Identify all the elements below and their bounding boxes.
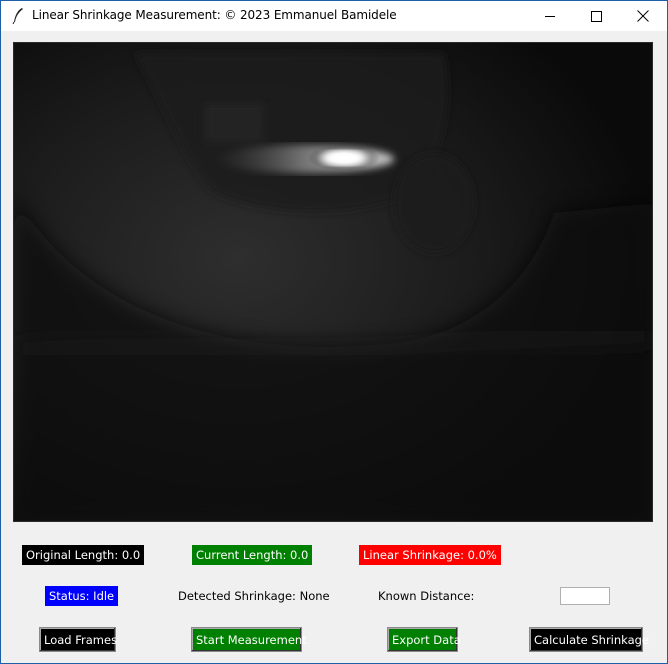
current-length-label: Current Length: 0.0 <box>192 545 313 565</box>
window-title: Linear Shrinkage Measurement: © 2023 Emm… <box>32 8 397 22</box>
export-data-button[interactable]: Export Data <box>387 627 461 652</box>
minimize-button[interactable] <box>527 1 573 31</box>
close-icon <box>637 10 649 22</box>
start-measurement-button[interactable]: Start Measurement <box>191 627 307 652</box>
camera-frame-image <box>14 43 652 521</box>
known-distance-label: Known Distance: <box>378 589 475 603</box>
app-window: Linear Shrinkage Measurement: © 2023 Emm… <box>0 0 668 664</box>
status-label: Status: Idle <box>45 586 119 606</box>
close-button[interactable] <box>620 1 666 31</box>
calculate-shrinkage-button[interactable]: Calculate Shrinkage <box>529 627 649 652</box>
minimize-icon <box>544 15 555 17</box>
title-bar: Linear Shrinkage Measurement: © 2023 Emm… <box>1 1 667 31</box>
detected-shrinkage-label: Detected Shrinkage: None <box>178 589 330 603</box>
maximize-icon <box>590 10 602 22</box>
feather-icon <box>12 8 23 25</box>
original-length-label: Original Length: 0.0 <box>22 545 145 565</box>
frame-display-canvas[interactable] <box>13 42 653 522</box>
linear-shrinkage-label: Linear Shrinkage: 0.0% <box>359 545 501 565</box>
maximize-button[interactable] <box>573 1 619 31</box>
known-distance-input[interactable] <box>560 587 610 605</box>
load-frames-button[interactable]: Load Frames <box>39 627 117 652</box>
